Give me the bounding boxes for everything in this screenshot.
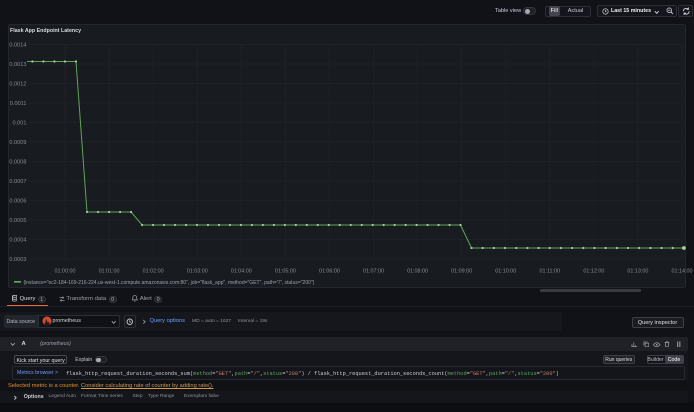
svg-text:01:06:00: 01:06:00 bbox=[319, 269, 340, 275]
svg-text:0.0008: 0.0008 bbox=[9, 160, 26, 166]
svg-text:01:13:00: 01:13:00 bbox=[627, 269, 648, 275]
svg-text:01:10:00: 01:10:00 bbox=[495, 269, 516, 275]
svg-text:01:07:00: 01:07:00 bbox=[363, 269, 384, 275]
svg-text:0.0014: 0.0014 bbox=[9, 43, 26, 49]
svg-text:01:01:00: 01:01:00 bbox=[99, 269, 120, 275]
svg-text:{instance="ec2-184-169-216-224: {instance="ec2-184-169-216-224.us-west-1… bbox=[24, 280, 315, 286]
svg-text:0.0012: 0.0012 bbox=[9, 82, 26, 88]
svg-text:0.0011: 0.0011 bbox=[10, 101, 27, 107]
svg-text:01:09:00: 01:09:00 bbox=[451, 269, 472, 275]
svg-text:01:00:00: 01:00:00 bbox=[55, 269, 76, 275]
svg-text:0.0013: 0.0013 bbox=[9, 62, 26, 68]
svg-text:0.0007: 0.0007 bbox=[9, 179, 26, 185]
svg-text:0.001: 0.001 bbox=[13, 121, 27, 127]
svg-text:0.0006: 0.0006 bbox=[9, 199, 26, 205]
svg-text:0.0004: 0.0004 bbox=[9, 238, 26, 244]
svg-text:01:05:00: 01:05:00 bbox=[275, 269, 296, 275]
svg-text:0.0009: 0.0009 bbox=[9, 140, 26, 146]
svg-text:01:04:00: 01:04:00 bbox=[231, 269, 252, 275]
svg-text:01:14:00: 01:14:00 bbox=[671, 269, 692, 275]
svg-text:01:03:00: 01:03:00 bbox=[187, 269, 208, 275]
svg-text:01:08:00: 01:08:00 bbox=[407, 269, 428, 275]
svg-text:01:02:00: 01:02:00 bbox=[143, 269, 164, 275]
svg-text:0.0003: 0.0003 bbox=[9, 257, 26, 263]
svg-text:01:11:00: 01:11:00 bbox=[539, 269, 560, 275]
svg-text:0.0005: 0.0005 bbox=[9, 218, 26, 224]
svg-text:01:12:00: 01:12:00 bbox=[583, 269, 604, 275]
